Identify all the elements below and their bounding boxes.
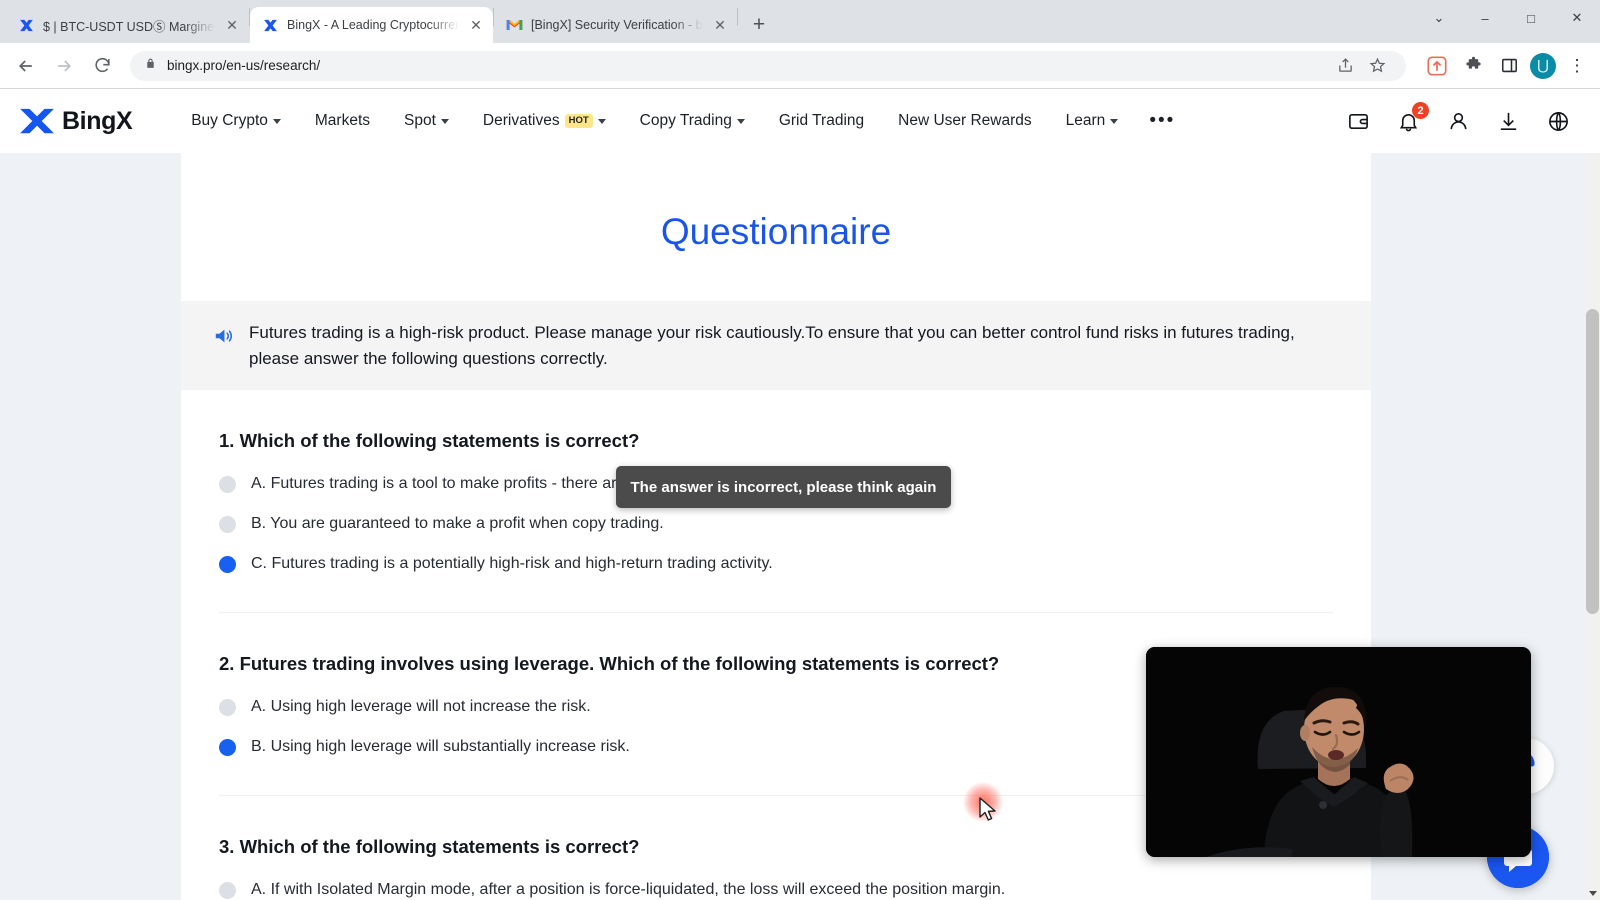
nav-label: Learn <box>1065 112 1106 129</box>
chevron-down-icon <box>272 118 281 124</box>
nav-label: Derivatives <box>482 112 560 129</box>
nav-item-grid-trading[interactable]: Grid Trading <box>762 112 881 130</box>
tab-divider <box>737 8 738 26</box>
browser-tab-2[interactable]: BingX - A Leading Cryptocurrenc ✕ <box>250 7 493 43</box>
browser-tab-title: [BingX] Security Verification - be <box>531 18 703 32</box>
nav-item-spot[interactable]: Spot <box>387 112 466 130</box>
bell-icon[interactable]: 2 <box>1396 102 1429 133</box>
option-3a[interactable]: A. If with Isolated Margin mode, after a… <box>219 870 1333 900</box>
option-label: A. If with Isolated Margin mode, after a… <box>251 881 1006 898</box>
radio-icon-selected[interactable] <box>219 555 236 573</box>
window-controls: ⌄ – □ ✕ <box>1416 0 1600 43</box>
page-title: Questionnaire <box>660 211 892 252</box>
nav-item-learn[interactable]: Learn <box>1049 112 1136 130</box>
reload-icon[interactable] <box>84 48 120 84</box>
share-icon[interactable] <box>1330 51 1360 81</box>
omnibox-actions <box>1330 51 1392 81</box>
tab-search-icon[interactable]: ⌄ <box>1416 0 1462 36</box>
gmail-icon <box>506 17 523 34</box>
close-window-button[interactable]: ✕ <box>1554 0 1600 36</box>
scroll-down-arrow-icon[interactable] <box>1589 891 1597 896</box>
nav-item-derivatives[interactable]: Derivatives HOT <box>466 112 623 130</box>
scrollbar-thumb[interactable] <box>1586 309 1599 614</box>
nav-label: Buy Crypto <box>191 112 268 129</box>
address-bar[interactable]: bingx.pro/en-us/research/ <box>130 50 1406 81</box>
star-icon[interactable] <box>1362 51 1392 81</box>
speaker-icon <box>213 325 235 352</box>
risk-notice-text: Futures trading is a high-risk product. … <box>249 323 1295 368</box>
update-extension-icon[interactable] <box>1422 51 1452 81</box>
bingx-logo[interactable]: BingX <box>18 106 133 136</box>
radio-icon[interactable] <box>219 881 236 899</box>
nav-more-button[interactable]: ••• <box>1135 112 1189 130</box>
option-1b[interactable]: B. You are guaranteed to make a profit w… <box>219 504 1333 544</box>
hot-badge: HOT <box>564 114 593 128</box>
answer-tooltip: The answer is incorrect, please think ag… <box>616 466 951 508</box>
option-1c[interactable]: C. Futures trading is a potentially high… <box>219 544 1333 584</box>
browser-menu-icon[interactable]: ⋮ <box>1562 51 1592 81</box>
nav-label: New User Rewards <box>898 112 1032 129</box>
bingx-icon <box>18 17 35 34</box>
lock-icon <box>144 57 157 75</box>
radio-icon[interactable] <box>219 515 236 533</box>
maximize-button[interactable]: □ <box>1508 0 1554 36</box>
notification-badge: 2 <box>1412 102 1429 119</box>
option-label: B. You are guaranteed to make a profit w… <box>251 515 664 532</box>
nav-label: Grid Trading <box>778 112 865 129</box>
minimize-button[interactable]: – <box>1462 0 1508 36</box>
nav-item-buy-crypto[interactable]: Buy Crypto <box>174 112 298 130</box>
nav-item-markets[interactable]: Markets <box>298 112 387 130</box>
header-actions: 2 <box>1346 102 1582 133</box>
puzzle-icon[interactable] <box>1458 51 1488 81</box>
radio-icon-selected[interactable] <box>219 738 236 756</box>
avatar[interactable]: ⋃ <box>1530 52 1556 79</box>
brand-name: BingX <box>62 106 133 135</box>
chevron-down-icon <box>597 118 606 124</box>
nav-item-new-user-rewards[interactable]: New User Rewards <box>881 112 1049 130</box>
browser-tab-3[interactable]: [BingX] Security Verification - be ✕ <box>494 7 737 43</box>
option-label: C. Futures trading is a potentially high… <box>251 555 773 572</box>
back-arrow-icon[interactable] <box>8 48 44 84</box>
bingx-logo-icon <box>18 106 56 136</box>
close-icon[interactable]: ✕ <box>711 16 729 34</box>
user-icon[interactable] <box>1446 109 1470 133</box>
radio-icon[interactable] <box>219 698 236 716</box>
close-icon[interactable]: ✕ <box>223 16 241 34</box>
nav-label: Copy Trading <box>639 112 732 129</box>
nav-label: Spot <box>404 112 436 129</box>
question-text: 1. Which of the following statements is … <box>219 430 640 451</box>
chevron-down-icon <box>736 118 745 124</box>
option-label: A. Using high leverage will not increase… <box>251 698 591 715</box>
webcam-frame <box>1146 647 1531 857</box>
chevron-down-icon <box>440 118 449 124</box>
bingx-icon <box>262 17 279 34</box>
extension-icons: ⋃ ⋮ <box>1416 51 1592 81</box>
browser-tab-title: $ | BTC-USDT USDⓈ Margined P <box>43 19 215 34</box>
nav-item-copy-trading[interactable]: Copy Trading <box>623 112 762 130</box>
presenter-webcam[interactable] <box>1146 647 1531 857</box>
option-label: B. Using high leverage will substantiall… <box>251 738 630 755</box>
browser-tab-1[interactable]: $ | BTC-USDT USDⓈ Margined P ✕ <box>6 7 249 43</box>
new-tab-button[interactable]: + <box>744 10 774 40</box>
nav-label: Markets <box>314 112 371 129</box>
side-panel-icon[interactable] <box>1494 51 1524 81</box>
browser-toolbar: bingx.pro/en-us/research/ ⋃ ⋮ <box>0 43 1600 88</box>
wallet-icon[interactable] <box>1346 109 1370 133</box>
download-icon[interactable] <box>1496 109 1520 133</box>
browser-tab-title: BingX - A Leading Cryptocurrenc <box>287 18 459 32</box>
browser-tab-strip: $ | BTC-USDT USDⓈ Margined P ✕ BingX - A… <box>0 0 1600 43</box>
screen: $ | BTC-USDT USDⓈ Margined P ✕ BingX - A… <box>0 0 1600 900</box>
url-text: bingx.pro/en-us/research/ <box>167 58 321 73</box>
page-scrollbar[interactable] <box>1585 153 1600 900</box>
mouse-pointer-icon <box>978 797 998 823</box>
risk-notice: Futures trading is a high-risk product. … <box>181 301 1371 390</box>
close-icon[interactable]: ✕ <box>467 16 485 34</box>
chevron-down-icon <box>1110 118 1119 124</box>
radio-icon[interactable] <box>219 475 236 493</box>
globe-icon[interactable] <box>1546 109 1570 133</box>
forward-arrow-icon[interactable] <box>46 48 82 84</box>
site-header: BingX Buy Crypto Markets Spot Derivative… <box>0 89 1600 153</box>
main-nav: Buy Crypto Markets Spot Derivatives HOT … <box>174 112 1189 130</box>
